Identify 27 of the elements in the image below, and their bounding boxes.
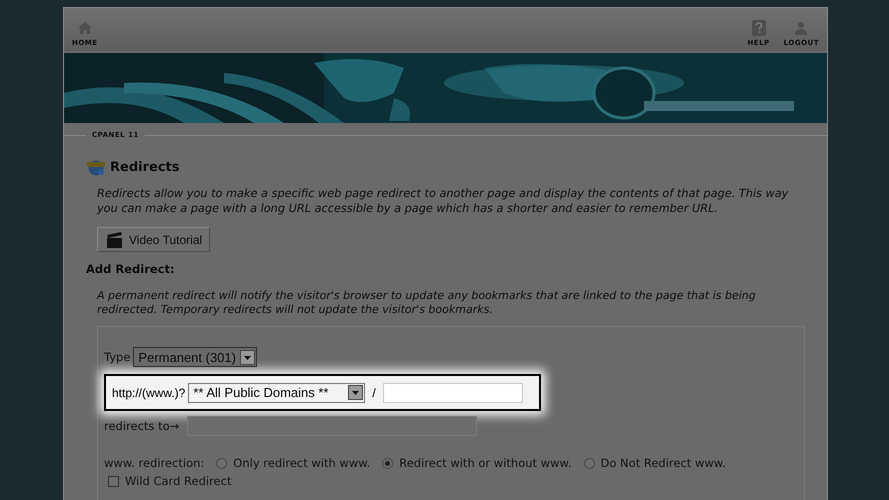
checkbox[interactable] — [108, 476, 119, 486]
help-icon — [750, 20, 767, 36]
radio-label: Only redirect with www. — [233, 456, 370, 470]
clapperboard-icon — [106, 232, 124, 248]
www-redirection-label: www. redirection: — [104, 456, 204, 470]
type-label: Type — [104, 350, 130, 364]
path-field[interactable] — [382, 382, 523, 402]
redirect-url-field[interactable] — [187, 416, 478, 436]
radio-button[interactable] — [216, 458, 228, 468]
radio-button[interactable] — [382, 458, 394, 468]
person-icon — [793, 20, 810, 36]
page-title: Redirects — [110, 160, 180, 174]
domain-select[interactable]: ** All Public Domains ** — [188, 382, 366, 402]
radio-label: Do Not Redirect www. — [600, 456, 726, 470]
video-tutorial-button[interactable]: Video Tutorial — [97, 227, 210, 252]
section-heading: Add Redirect: — [86, 262, 176, 276]
radio-button[interactable] — [584, 458, 595, 468]
type-select[interactable]: Permanent (301) — [133, 347, 257, 367]
globe-icon — [86, 158, 106, 176]
radio-label: Redirect with or without www. — [399, 456, 572, 470]
redirect-note: A permanent redirect will notify the visitor's browser to update any bookmarks that are linked to the page that is being redirected. Temporary redirects will not update the visitor's bookmarks. — [97, 289, 757, 317]
redirects-to-label: redirects to→ — [104, 419, 180, 433]
page-description: Redirects allow you to make a specific web page redirect to another page and display the contents of that page. This way you can make a page with a long URL accessible by a page which has a shorter and easier to remember URL. — [97, 186, 790, 216]
checkbox-label: Wild Card Redirect — [125, 474, 232, 488]
path-separator: / — [372, 386, 376, 400]
url-prefix: http://(www.)? — [112, 386, 186, 400]
home-icon — [76, 20, 93, 36]
